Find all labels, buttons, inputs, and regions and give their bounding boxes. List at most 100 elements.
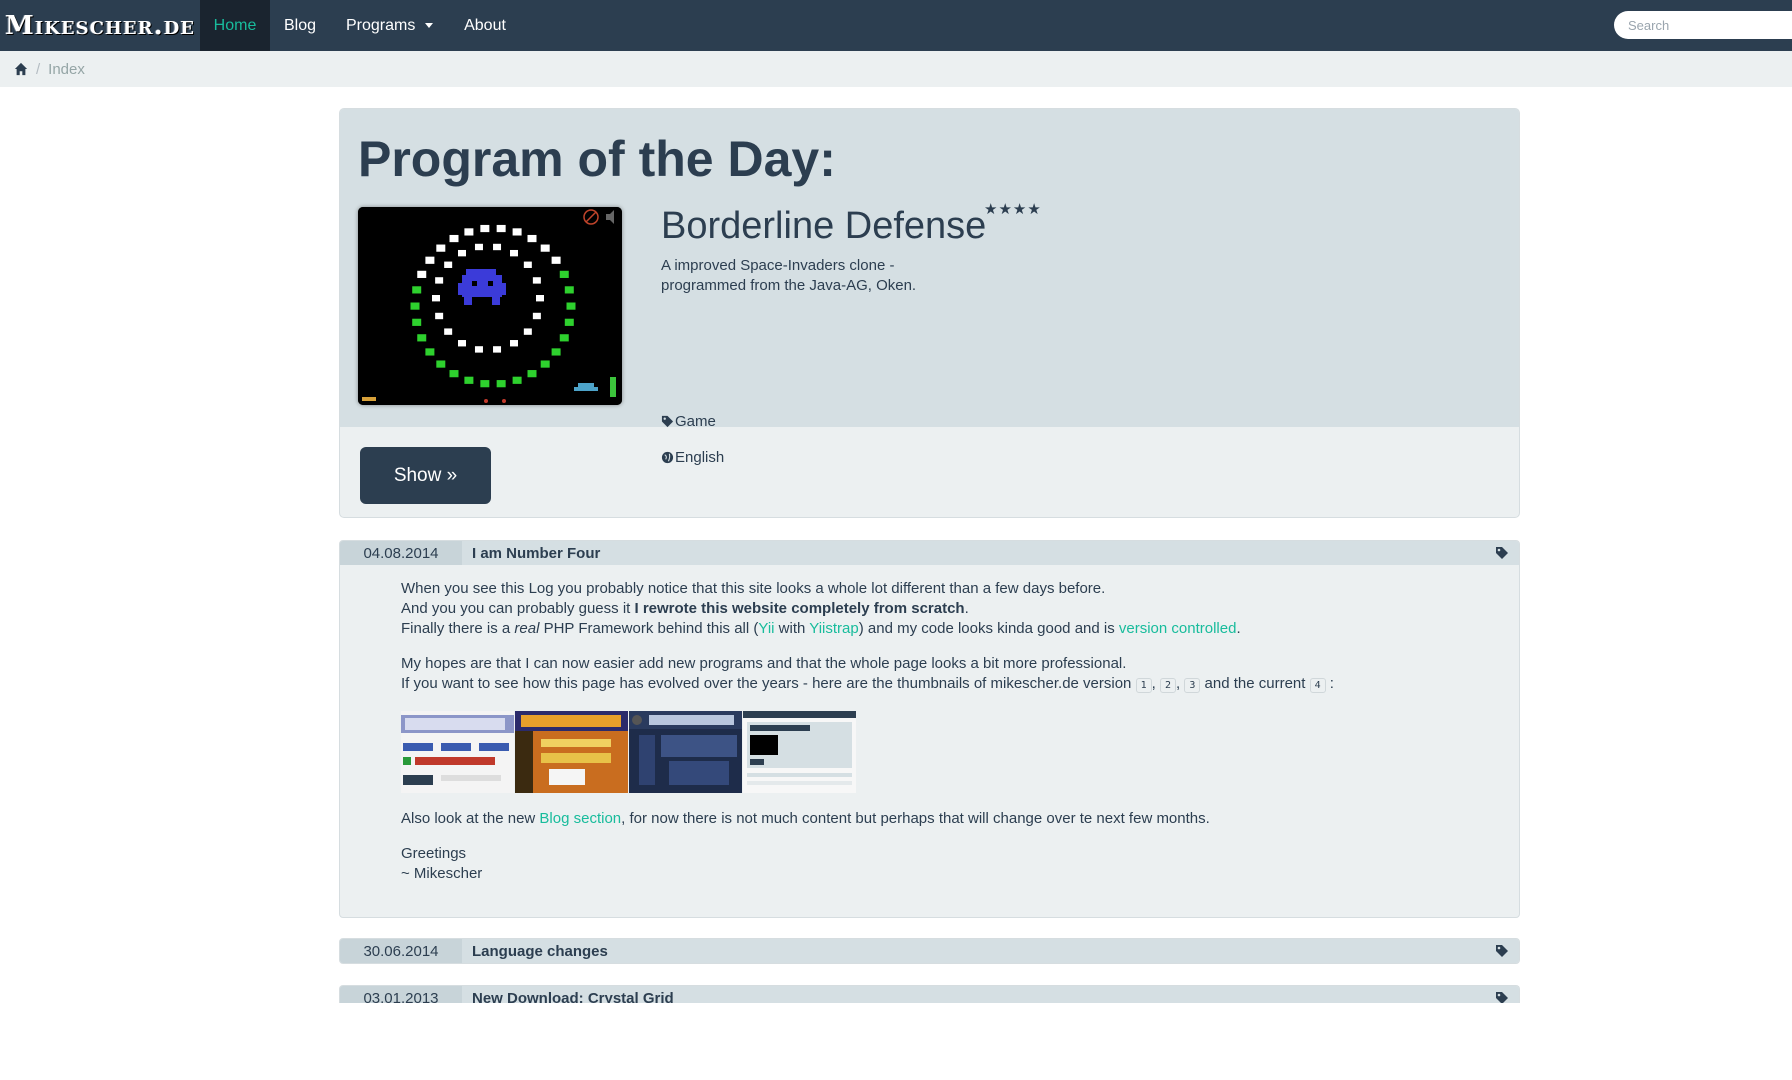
site-logo[interactable]: Mikescher.de [0, 0, 200, 51]
invader-sprite [564, 286, 574, 294]
post-body: When you see this Log you probably notic… [340, 565, 1519, 884]
post-text-bold: I rewrote this website completely from s… [634, 600, 965, 617]
post-text: , for now there is not much content but … [621, 810, 1210, 827]
home-icon[interactable] [14, 62, 28, 76]
post-date: 04.08.2014 [340, 541, 462, 565]
invader-sprite [551, 256, 561, 264]
yiistrap-link[interactable]: Yiistrap [809, 620, 858, 637]
post-header[interactable]: 04.08.2014 I am Number Four [340, 541, 1519, 565]
nav-programs-dropdown[interactable]: Programs [330, 0, 450, 51]
invader-sprite [551, 348, 561, 356]
invader-sprite [493, 346, 502, 353]
post-text: . [964, 600, 969, 617]
hero-header: Program of the Day: Borderline Defense ★… [340, 109, 1519, 466]
nav-blog[interactable]: Blog [270, 0, 330, 51]
post-text: . [1236, 620, 1241, 637]
invader-sprite [523, 261, 532, 268]
nav-about[interactable]: About [450, 0, 520, 51]
post-paragraph: When you see this Log you probably notic… [401, 579, 1519, 639]
version-thumbnails [401, 711, 1519, 793]
post-title[interactable]: New Download: Crystal Grid [472, 990, 674, 1004]
post-paragraph: Greetings ~ Mikescher [401, 844, 1519, 884]
blog-post: 04.08.2014 I am Number Four When you see… [339, 540, 1520, 918]
tag-icon [661, 415, 674, 428]
invader-sprite [527, 234, 537, 243]
post-date: 30.06.2014 [340, 939, 462, 963]
blog-post: 03.01.2013 New Download: Crystal Grid [339, 985, 1520, 1003]
version-2-image [515, 711, 628, 793]
nav-programs-label: Programs [346, 16, 416, 34]
invader-sprite [523, 328, 532, 335]
search-input[interactable] [1614, 11, 1792, 39]
version-4-thumbnail[interactable] [743, 711, 856, 793]
tag-icon[interactable] [1495, 944, 1509, 958]
version-2-thumbnail[interactable] [515, 711, 628, 793]
invader-sprite [449, 370, 459, 378]
invader-sprite [536, 295, 544, 302]
post-title[interactable]: I am Number Four [472, 545, 600, 562]
game-screenshot-image [358, 207, 622, 405]
invader-sprite [493, 243, 502, 251]
version-controlled-link[interactable]: version controlled [1119, 620, 1237, 637]
version-1-image [401, 711, 514, 793]
post-text-italic: real [514, 620, 540, 637]
invader-sprite [559, 334, 569, 342]
post-text: PHP Framework behind this all ( [539, 620, 759, 637]
program-name[interactable]: Borderline Defense [661, 205, 986, 248]
version-badge: 1 [1135, 678, 1152, 693]
version-badge: 4 [1309, 678, 1326, 693]
post-text: Also look at the new [401, 810, 540, 827]
version-4-image [743, 711, 856, 793]
post-text: : [1325, 675, 1334, 692]
yii-link[interactable]: Yii [758, 620, 774, 637]
version-3-thumbnail[interactable] [629, 711, 742, 793]
program-language: English [661, 449, 724, 466]
post-text: And you you can probably guess it [401, 600, 635, 617]
invader-sprite [435, 312, 444, 320]
invader-sprite [532, 312, 541, 320]
invader-sprite [412, 318, 422, 326]
show-program-button[interactable]: Show » [360, 447, 491, 504]
invader-sprite [458, 340, 466, 347]
globe-icon [661, 451, 674, 464]
invader-sprite [512, 376, 522, 384]
blog-post: 30.06.2014 Language changes [339, 938, 1520, 964]
invader-sprite [435, 277, 444, 284]
blog-section-link[interactable]: Blog section [539, 810, 621, 827]
invader-sprite [540, 244, 550, 252]
nav-home[interactable]: Home [200, 0, 270, 51]
category-label: Game [675, 413, 716, 430]
invader-sprite [540, 360, 550, 368]
version-badge: 3 [1184, 678, 1201, 693]
invader-sprite [436, 360, 446, 368]
program-thumbnail[interactable] [358, 207, 622, 405]
tag-icon[interactable] [1495, 546, 1509, 560]
post-text: , [1151, 675, 1160, 692]
version-1-thumbnail[interactable] [401, 711, 514, 793]
post-text: ~ Mikescher [401, 865, 483, 882]
post-header[interactable]: 03.01.2013 New Download: Crystal Grid [340, 986, 1519, 1003]
invader-sprite [432, 295, 440, 302]
caret-down-icon [425, 23, 434, 28]
invader-sprite [496, 380, 506, 388]
invader-sprite [512, 228, 522, 236]
invader-sprite [425, 256, 435, 264]
invader-sprite [458, 249, 466, 257]
invader-sprite [417, 270, 427, 278]
invader-sprite [464, 228, 474, 236]
post-header[interactable]: 30.06.2014 Language changes [340, 939, 1519, 963]
post-text: If you want to see how this page has evo… [401, 675, 1136, 692]
invader-sprite [464, 376, 474, 384]
version-badge: 2 [1159, 678, 1176, 693]
invader-sprite [480, 380, 490, 388]
invader-sprite [444, 261, 453, 268]
post-paragraph: My hopes are that I can now easier add n… [401, 654, 1519, 696]
invader-sprite [510, 340, 518, 347]
invader-sprite [474, 243, 483, 251]
invader-sprite [436, 244, 446, 252]
post-text: with [774, 620, 810, 637]
tag-icon[interactable] [1495, 991, 1509, 1003]
post-title[interactable]: Language changes [472, 943, 608, 960]
top-navbar: Mikescher.de Home Blog Programs About [0, 0, 1792, 51]
post-date: 03.01.2013 [340, 986, 462, 1003]
